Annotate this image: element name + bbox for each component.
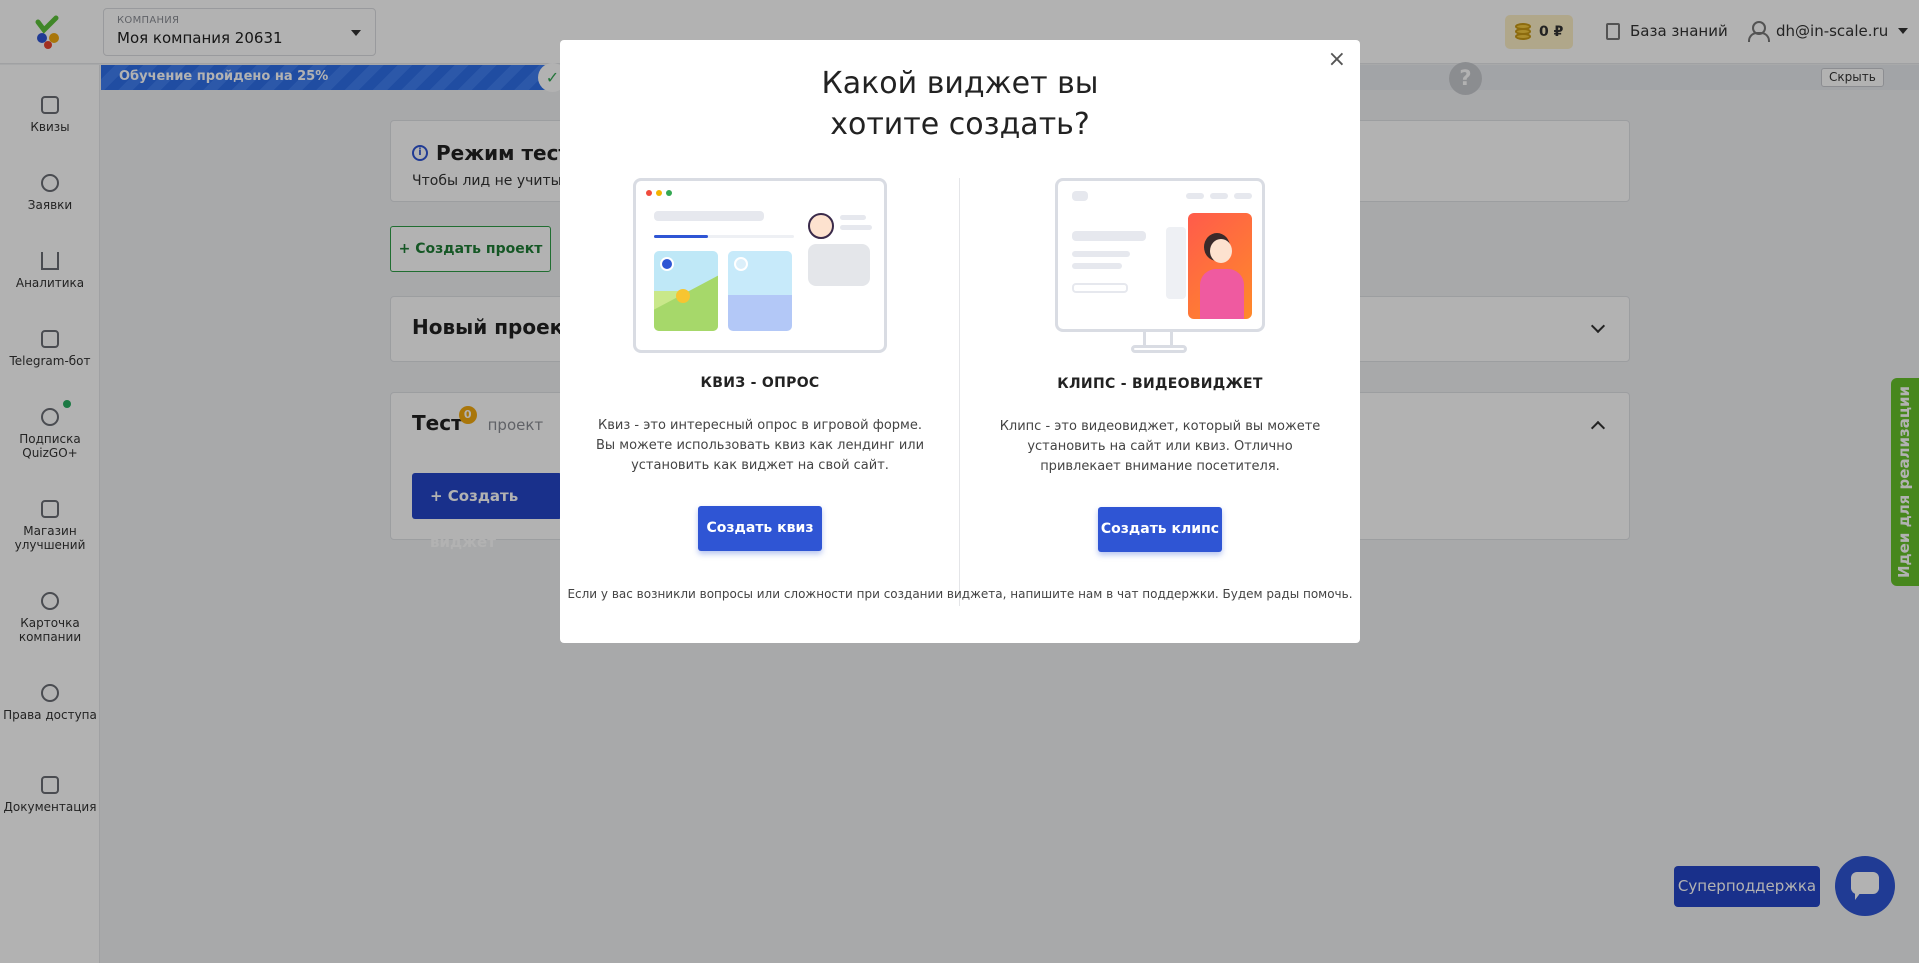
monitor-stand-base xyxy=(1131,345,1187,353)
clip-option-title: КЛИПС - ВИДЕОВИДЖЕТ xyxy=(1057,376,1263,392)
widget-type-modal: × Какой виджет вы хотите создать? КВИЗ -… xyxy=(560,40,1360,643)
clip-illustration xyxy=(1055,178,1265,354)
quiz-option-description: Квиз - это интересный опрос в игровой фо… xyxy=(595,418,925,473)
placeholder-box xyxy=(808,244,870,286)
window-dots xyxy=(646,190,672,196)
monitor-icon xyxy=(1055,178,1265,332)
clip-option-description: Клипс - это видеовиджет, который вы може… xyxy=(999,419,1321,474)
image-option-icon xyxy=(728,251,792,331)
quiz-option: КВИЗ - ОПРОС Квиз - это интересный опрос… xyxy=(580,178,940,551)
modal-title-line: Какой виджет вы xyxy=(821,66,1099,101)
modal-title: Какой виджет вы хотите создать? xyxy=(560,63,1360,145)
create-clip-button[interactable]: Создать клипс xyxy=(1098,507,1222,552)
video-phone-icon xyxy=(1188,213,1252,319)
support-note: Если у вас возникли вопросы или сложност… xyxy=(567,587,1353,601)
clip-option: КЛИПС - ВИДЕОВИДЖЕТ Клипс - это видеовид… xyxy=(980,178,1340,552)
create-quiz-button[interactable]: Создать квиз xyxy=(698,506,822,551)
image-option-icon xyxy=(654,251,718,331)
modal-title-line: хотите создать? xyxy=(830,107,1090,142)
avatar xyxy=(808,213,834,239)
quiz-illustration xyxy=(633,178,887,353)
quiz-option-title: КВИЗ - ОПРОС xyxy=(700,375,820,391)
column-divider xyxy=(959,178,960,606)
